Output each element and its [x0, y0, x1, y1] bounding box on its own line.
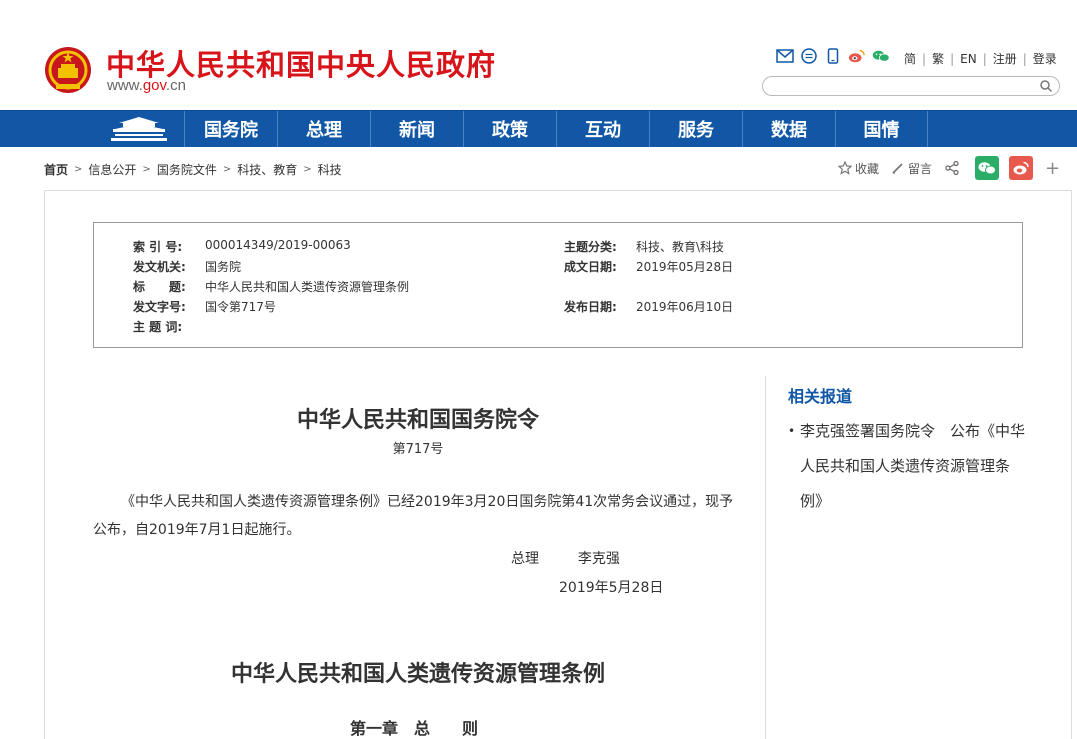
chevron-right-icon: > [303, 164, 312, 175]
bullet-icon: • [788, 424, 796, 438]
chevron-right-icon: > [74, 164, 83, 175]
info-issuer: 发文机关: 国务院 [133, 258, 241, 275]
top-icons [776, 48, 890, 64]
site-url-suffix: .cn [165, 77, 186, 94]
link-login[interactable]: 登录 [1033, 50, 1057, 67]
info-index-value: 000014349/2019-00063 [205, 238, 351, 252]
link-separator: | [982, 51, 987, 66]
link-separator: | [1022, 51, 1027, 66]
favorite-label: 收藏 [855, 161, 880, 176]
signature-date: 2019年5月28日 [559, 580, 664, 596]
favorite-button[interactable]: 收藏 [838, 160, 879, 177]
signature-name: 李克强 [577, 551, 620, 567]
info-keywords-label: 主 题 词: [133, 320, 183, 334]
info-docno-value: 国令第717号 [205, 300, 276, 314]
share-icon [945, 160, 959, 176]
nav-item-services[interactable]: 服务 [649, 111, 742, 147]
info-topic-value: 科技、教育\科技 [636, 240, 725, 254]
info-index-label: 索 引 号: [133, 240, 183, 254]
column-divider [765, 376, 766, 739]
search-icon[interactable] [1039, 79, 1053, 93]
info-published-label: 发布日期: [564, 300, 617, 314]
info-created-label: 成文日期: [564, 260, 617, 274]
nav-item-state-council[interactable]: 国务院 [184, 111, 277, 147]
breadcrumb-home[interactable]: 首页 [44, 161, 68, 178]
link-separator: | [950, 51, 955, 66]
nav-home[interactable] [94, 111, 184, 147]
info-title-label: 标 题: [133, 280, 186, 294]
page-tools: 收藏 留言 + [838, 156, 1060, 180]
info-topic-label: 主题分类: [564, 240, 617, 254]
info-topic: 主题分类: 科技、教育\科技 [564, 238, 724, 255]
related-report-item[interactable]: • 李克强签署国务院令 公布《中华人民共和国人类遗传资源管理条例》 [788, 414, 1028, 519]
more-share-button[interactable]: + [1045, 158, 1060, 179]
main-nav: 国务院 总理 新闻 政策 互动 服务 数据 国情 [0, 110, 1077, 147]
weibo-icon [1013, 161, 1029, 175]
signature-role: 总理 [511, 551, 539, 567]
chevron-right-icon: > [222, 164, 232, 175]
nav-item-news[interactable]: 新闻 [370, 111, 463, 147]
info-published: 发布日期: 2019年06月10日 [564, 298, 733, 315]
chapter-heading: 第一章 总 则 [350, 719, 479, 738]
breadcrumb-sci-edu[interactable]: 科技、教育 [237, 161, 297, 178]
wechat-icon[interactable] [872, 48, 890, 64]
comment-label: 留言 [908, 161, 933, 176]
info-docno: 发文字号: 国令第717号 [133, 298, 276, 315]
comment-button[interactable]: 留言 [891, 160, 932, 177]
nav-item-data[interactable]: 数据 [742, 111, 835, 147]
nav-item-policy[interactable]: 政策 [463, 111, 556, 147]
info-issuer-value: 国务院 [205, 260, 242, 274]
info-created-value: 2019年05月28日 [636, 260, 734, 274]
info-keywords: 主 题 词: [133, 318, 205, 335]
breadcrumb-council-docs[interactable]: 国务院文件 [157, 161, 217, 178]
nav-item-national-profile[interactable]: 国情 [835, 111, 928, 147]
weibo-icon[interactable] [848, 48, 866, 64]
signature-line: 总理 李克强 [511, 548, 620, 568]
info-title: 标 题: 中华人民共和国人类遗传资源管理条例 [133, 278, 409, 295]
site-url: www.gov.cn [107, 77, 186, 94]
national-emblem-icon[interactable] [44, 44, 92, 96]
top-links: 简 | 繁 | EN | 注册 | 登录 [904, 50, 1057, 67]
link-english[interactable]: EN [960, 52, 977, 66]
star-icon [838, 161, 852, 175]
info-created: 成文日期: 2019年05月28日 [564, 258, 733, 275]
wechat-icon [978, 162, 997, 175]
decree-title: 中华人民共和国国务院令 [296, 408, 539, 433]
mobile-icon[interactable] [824, 48, 842, 64]
breadcrumb-tech[interactable]: 科技 [318, 161, 342, 178]
nav-items: 国务院 总理 新闻 政策 互动 服务 数据 国情 [184, 111, 928, 147]
search-box [762, 76, 1060, 97]
site-url-prefix: www. [107, 77, 143, 94]
search-input[interactable] [773, 79, 1033, 97]
share-weibo-button[interactable] [1009, 156, 1034, 180]
decree-number: 第717号 [392, 442, 444, 457]
share-wechat-button[interactable] [975, 156, 1000, 180]
share-button[interactable] [944, 160, 963, 176]
info-issuer-label: 发文机关: [133, 260, 186, 274]
mail-icon[interactable] [776, 48, 794, 64]
link-separator: | [922, 51, 927, 66]
tiananmen-icon [111, 117, 167, 141]
info-published-value: 2019年06月10日 [636, 300, 734, 314]
link-register[interactable]: 注册 [993, 50, 1017, 67]
decree-paragraph: 《中华人民共和国人类遗传资源管理条例》已经2019年3月20日国务院第41次常务… [93, 494, 734, 538]
breadcrumb: 首页 > 信息公开 > 国务院文件 > 科技、教育 > 科技 [44, 161, 342, 178]
related-report-link[interactable]: 李克强签署国务院令 公布《中华人民共和国人类遗传资源管理条例》 [788, 414, 1028, 519]
info-title-value: 中华人民共和国人类遗传资源管理条例 [205, 280, 410, 294]
regulation-title: 中华人民共和国人类遗传资源管理条例 [230, 662, 605, 687]
link-simplified[interactable]: 简 [904, 50, 916, 67]
message-icon[interactable] [800, 48, 818, 64]
site-header: 中华人民共和国中央人民政府 www.gov.cn 简 | 繁 | EN | 注册… [0, 0, 1077, 110]
site-url-red: gov [142, 77, 166, 94]
breadcrumb-info-public[interactable]: 信息公开 [88, 161, 136, 178]
info-index: 索 引 号: 000014349/2019-00063 [133, 238, 351, 255]
nav-item-premier[interactable]: 总理 [277, 111, 370, 147]
pencil-icon [892, 163, 903, 174]
chevron-right-icon: > [142, 164, 151, 175]
nav-item-interaction[interactable]: 互动 [556, 111, 649, 147]
related-reports-title: 相关报道 [788, 387, 853, 406]
info-docno-label: 发文字号: [133, 300, 186, 314]
link-traditional[interactable]: 繁 [932, 50, 944, 67]
